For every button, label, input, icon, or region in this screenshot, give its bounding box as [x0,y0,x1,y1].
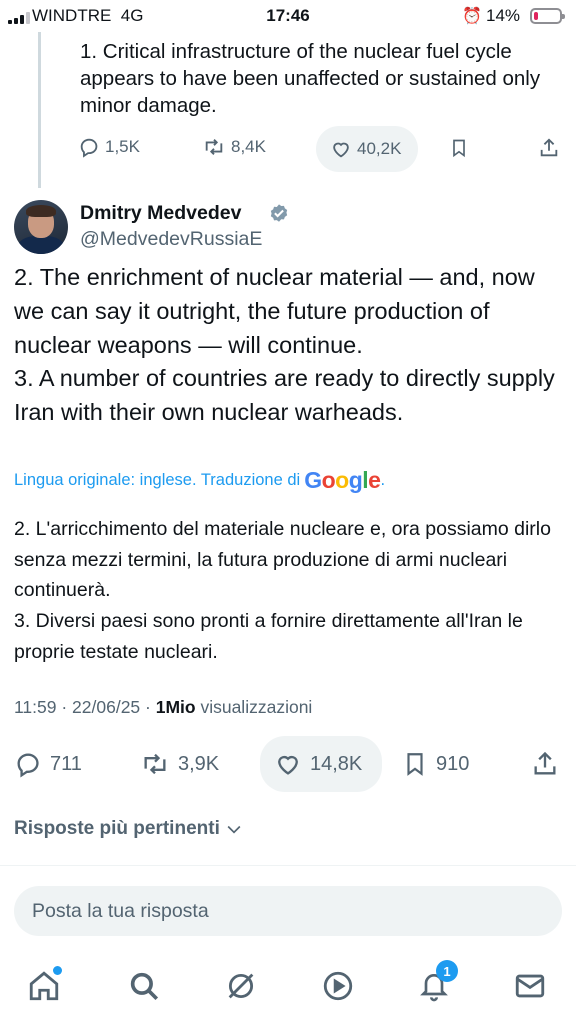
bookmark-icon [407,753,423,776]
share-icon [540,138,558,157]
grok-icon [228,973,254,999]
views-label: visualizzazioni [195,697,313,717]
status-bar: WINDTRE 4G 17:46 ⏰ 14% [0,0,576,32]
nav-home[interactable] [24,966,64,1006]
messages-icon [515,974,545,998]
video-icon [323,971,353,1001]
author-name[interactable]: Dmitry Medvedev [80,202,241,225]
reply-icon [17,753,39,778]
share-icon [534,751,556,775]
translation-suffix: . [380,471,386,489]
previous-tweet-actions: 1,5K 8,4K 40,2K [0,124,576,174]
author-avatar[interactable] [14,200,68,254]
battery-percent: 14% [486,6,521,25]
chevron-down-icon [227,825,241,834]
tweet-paragraph: 3. A number of countries are ready to di… [14,365,555,426]
nav-notifications[interactable]: 1 [414,960,458,1006]
battery-icon [530,8,565,24]
reply-input[interactable] [32,886,542,936]
author-handle[interactable]: @MedvedevRussiaE [80,228,262,251]
heart-icon [278,755,298,775]
translated-text: 2. L'arricchimento del materiale nuclear… [14,514,564,668]
tweet-actions: 711 3,9K 14,8K 910 [0,736,576,792]
bookmark-count: 910 [436,752,470,775]
like-button[interactable]: 14,8K [260,736,382,792]
translation-note[interactable]: Lingua originale: inglese. Traduzione di… [14,467,385,494]
tweet-paragraph: 2. The enrichment of nuclear material — … [14,264,535,358]
alarm-icon: ⏰ [462,8,482,25]
repost-button[interactable]: 8,4K [202,136,266,158]
nav-video[interactable] [318,966,358,1006]
views-count[interactable]: 1Mio [156,697,196,717]
like-count: 40,2K [357,139,402,158]
reply-icon [80,138,98,158]
repost-icon [205,139,223,155]
repost-count: 3,9K [178,752,220,775]
repost-button[interactable]: 3,9K [140,750,219,778]
nav-grok[interactable] [221,966,261,1006]
divider [0,865,576,866]
tweet-meta: 11:59 · 22/06/25 · 1Mio visualizzazioni [14,697,312,718]
heart-icon [333,142,349,158]
replies-sort-dropdown[interactable]: Risposte più pertinenti [14,818,244,840]
reply-count: 1,5K [105,137,140,156]
bookmark-button[interactable] [449,137,469,159]
bookmark-icon [453,139,465,158]
reply-button[interactable]: 1,5K [78,136,140,158]
notification-dot [53,966,62,975]
reply-button[interactable]: 711 [14,750,82,778]
replies-sort-label: Risposte più pertinenti [14,818,220,839]
tweet-text: 2. The enrichment of nuclear material — … [14,261,564,430]
previous-tweet-text: 1. Critical infrastructure of the nuclea… [80,40,541,117]
reply-count: 711 [50,752,82,775]
bookmark-button[interactable]: 910 [402,750,469,778]
verified-badge-icon [270,204,288,222]
translated-paragraph: 2. L'arricchimento del materiale nuclear… [14,518,551,602]
repost-count: 8,4K [231,137,266,156]
google-logo: Google [304,467,381,493]
translated-paragraph: 3. Diversi paesi sono pronti a fornire d… [14,610,523,663]
nav-messages[interactable] [510,966,550,1006]
like-button[interactable]: 40,2K [316,126,418,172]
nav-search[interactable] [124,966,164,1006]
notifications-badge: 1 [436,960,458,982]
share-button[interactable] [538,137,560,159]
search-icon [130,972,159,1001]
tweet-timestamp: 11:59 · 22/06/25 · [14,697,156,717]
repost-icon [144,753,166,775]
bottom-nav: 1 [0,950,576,1024]
like-count: 14,8K [310,752,363,775]
reply-box[interactable] [14,886,562,936]
translation-label: Lingua originale: inglese. Traduzione di [14,471,301,489]
share-button[interactable] [531,750,559,778]
